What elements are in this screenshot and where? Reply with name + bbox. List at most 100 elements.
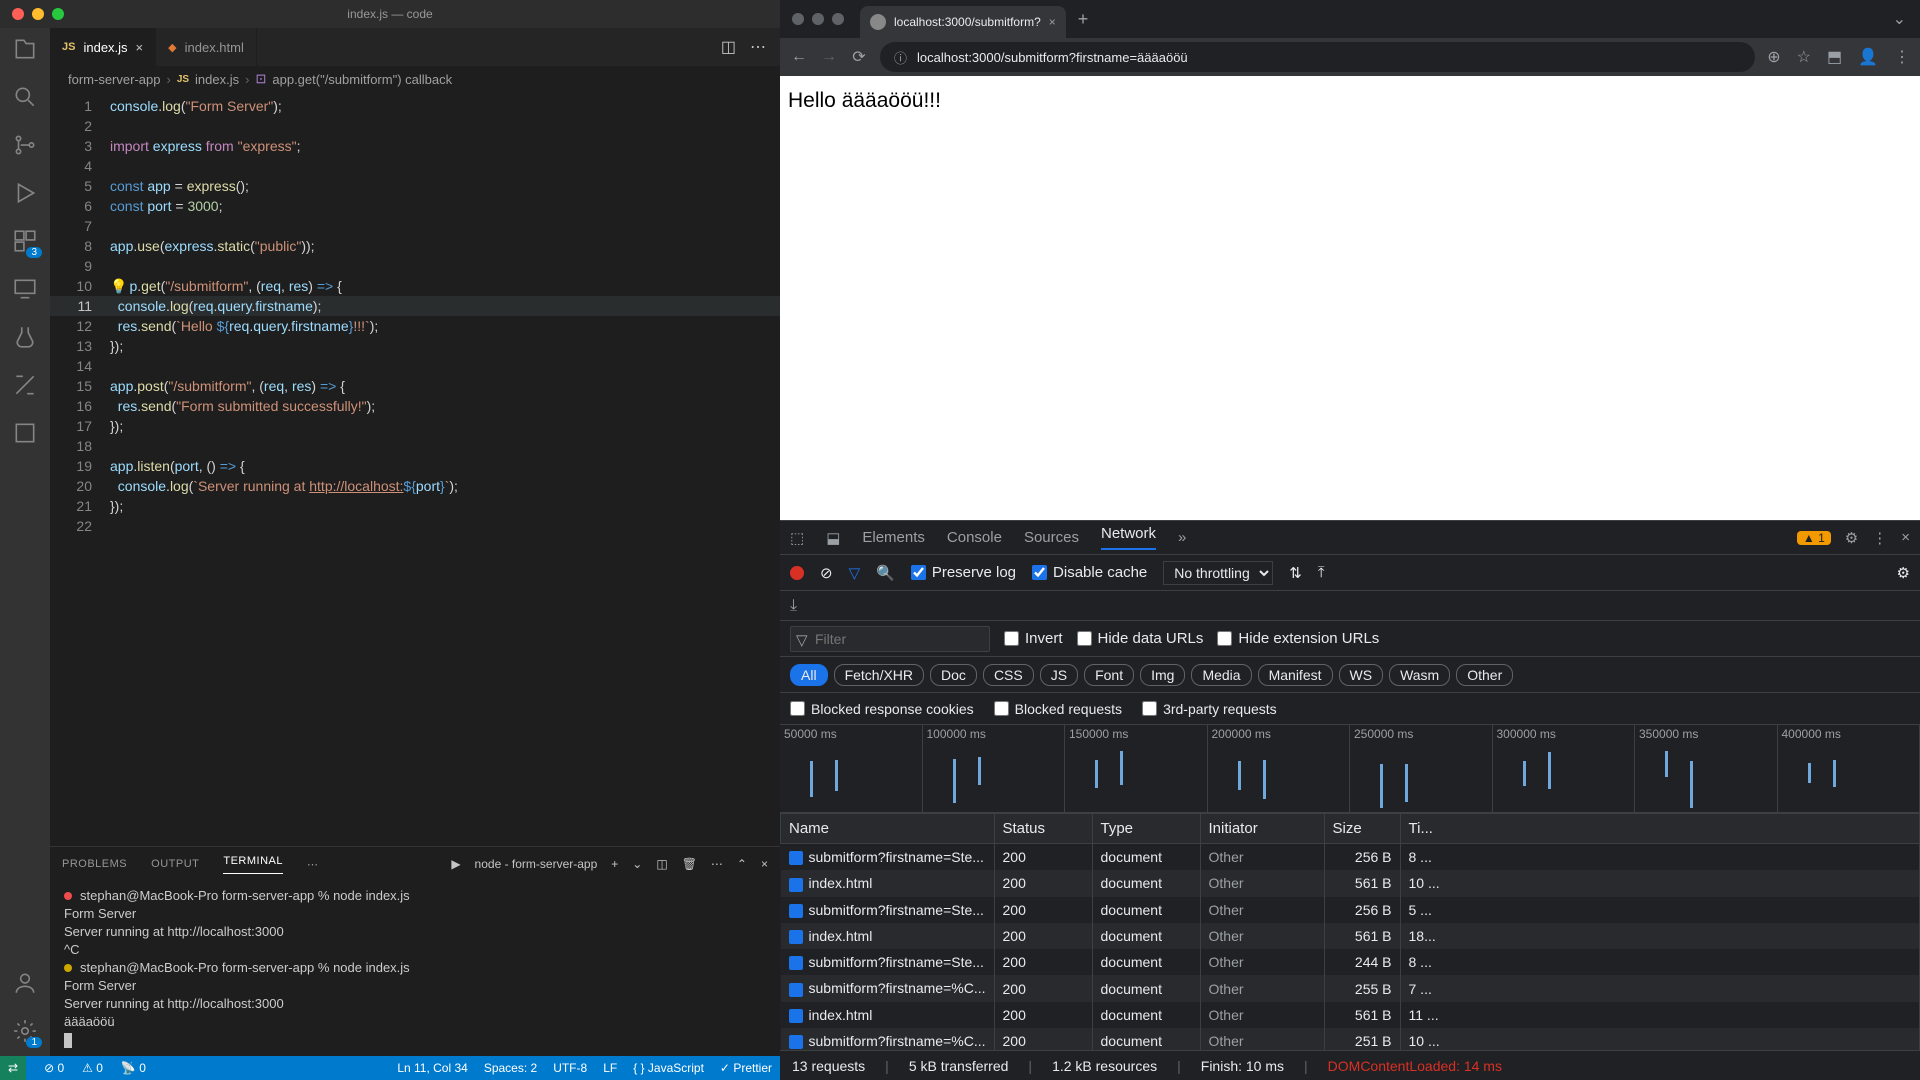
code-line[interactable]: 8app.use(express.static("public"));: [50, 236, 780, 256]
devtools-tab-console[interactable]: Console: [947, 529, 1002, 546]
expand-tabs-icon[interactable]: ⌄: [1893, 9, 1920, 29]
inspect-icon[interactable]: ⬚: [790, 529, 804, 547]
network-row[interactable]: index.html200documentOther561 B10 ...: [781, 870, 1920, 896]
code-line[interactable]: 15app.post("/submitform", (req, res) => …: [50, 376, 780, 396]
device-toggle-icon[interactable]: ⬓: [826, 529, 840, 547]
code-line[interactable]: 19app.listen(port, () => {: [50, 456, 780, 476]
address-bar[interactable]: ⓘ localhost:3000/submitform?firstname=ää…: [880, 42, 1755, 72]
devtools-settings-icon[interactable]: ⚙: [1845, 529, 1858, 547]
close-window-icon[interactable]: [792, 13, 804, 25]
code-line[interactable]: 22: [50, 516, 780, 536]
col-status[interactable]: Status: [994, 814, 1092, 844]
network-row[interactable]: index.html200documentOther561 B11 ...: [781, 1002, 1920, 1028]
bookmark-icon[interactable]: ☆: [1797, 47, 1811, 67]
network-row[interactable]: submitform?firstname=Ste...200documentOt…: [781, 897, 1920, 923]
filter-chip-wasm[interactable]: Wasm: [1389, 664, 1450, 686]
devtools-close-icon[interactable]: ×: [1901, 529, 1910, 546]
close-tab-icon[interactable]: ×: [1049, 15, 1056, 29]
filter-chip-fetchxhr[interactable]: Fetch/XHR: [834, 664, 924, 686]
terminal-more-icon[interactable]: ⋯: [711, 857, 723, 871]
import-har-icon[interactable]: ⤒: [1318, 564, 1325, 581]
maximize-window-icon[interactable]: [52, 8, 64, 20]
hide-extension-urls-checkbox[interactable]: Hide extension URLs: [1217, 630, 1379, 647]
remote-indicator[interactable]: ⇄: [0, 1056, 26, 1080]
new-tab-icon[interactable]: +: [1078, 9, 1089, 30]
status-language[interactable]: { } JavaScript: [633, 1061, 704, 1075]
code-line[interactable]: 14: [50, 356, 780, 376]
menu-icon[interactable]: ⋮: [1894, 47, 1910, 67]
throttling-select[interactable]: No throttling: [1163, 561, 1273, 585]
code-line[interactable]: 1console.log("Form Server");: [50, 96, 780, 116]
record-icon[interactable]: [790, 566, 804, 580]
run-debug-icon[interactable]: [12, 180, 38, 206]
minimize-window-icon[interactable]: [32, 8, 44, 20]
status-prettier[interactable]: ✓ Prettier: [720, 1061, 772, 1075]
devtools-menu-icon[interactable]: ⋮: [1872, 529, 1887, 547]
settings-icon[interactable]: 1: [12, 1018, 38, 1044]
network-conditions-icon[interactable]: ⇅: [1289, 564, 1302, 582]
network-row[interactable]: index.html200documentOther561 B18...: [781, 923, 1920, 949]
col-size[interactable]: Size: [1324, 814, 1400, 844]
preserve-log-checkbox[interactable]: Preserve log: [911, 564, 1016, 581]
code-line[interactable]: 5const app = express();: [50, 176, 780, 196]
timeline-overview[interactable]: 50000 ms100000 ms150000 ms200000 ms25000…: [780, 725, 1920, 813]
maximize-window-icon[interactable]: [832, 13, 844, 25]
network-row[interactable]: submitform?firstname=Ste...200documentOt…: [781, 844, 1920, 871]
filter-chip-img[interactable]: Img: [1140, 664, 1185, 686]
activity-icon-2[interactable]: [12, 420, 38, 446]
terminal-dropdown-icon[interactable]: ⌄: [632, 857, 642, 871]
close-window-icon[interactable]: [12, 8, 24, 20]
explorer-icon[interactable]: [12, 36, 38, 62]
network-row[interactable]: submitform?firstname=%C...200documentOth…: [781, 1028, 1920, 1050]
blocked-requests-checkbox[interactable]: Blocked requests: [994, 701, 1122, 717]
code-editor[interactable]: 1console.log("Form Server");2 3import ex…: [50, 92, 780, 846]
network-row[interactable]: submitform?firstname=Ste...200documentOt…: [781, 949, 1920, 975]
devtools-tab-elements[interactable]: Elements: [862, 529, 925, 546]
tab-index-js[interactable]: JS index.js ×: [50, 28, 156, 66]
invert-checkbox[interactable]: Invert: [1004, 630, 1063, 647]
remote-explorer-icon[interactable]: [12, 276, 38, 302]
close-tab-icon[interactable]: ×: [136, 40, 144, 55]
source-control-icon[interactable]: [12, 132, 38, 158]
filter-chip-css[interactable]: CSS: [983, 664, 1034, 686]
code-line[interactable]: 2: [50, 116, 780, 136]
status-eol[interactable]: LF: [603, 1061, 617, 1075]
code-line[interactable]: 13});: [50, 336, 780, 356]
minimize-window-icon[interactable]: [812, 13, 824, 25]
col-time[interactable]: Ti...: [1400, 814, 1920, 844]
accounts-icon[interactable]: [12, 970, 38, 996]
terminal[interactable]: stephan@MacBook-Pro form-server-app % no…: [50, 881, 780, 1056]
network-settings-icon[interactable]: ⚙: [1897, 564, 1910, 582]
status-radio[interactable]: 📡 0: [121, 1061, 146, 1075]
close-panel-icon[interactable]: ×: [761, 857, 768, 871]
status-encoding[interactable]: UTF-8: [553, 1061, 587, 1075]
warnings-badge[interactable]: ▲ 1: [1797, 531, 1831, 545]
testing-icon[interactable]: [12, 324, 38, 350]
devtools-tab-sources[interactable]: Sources: [1024, 529, 1079, 546]
code-line[interactable]: 16 res.send("Form submitted successfully…: [50, 396, 780, 416]
extensions-icon[interactable]: 3: [12, 228, 38, 254]
clear-icon[interactable]: ⊘: [820, 564, 833, 582]
download-icon[interactable]: ⤓: [790, 597, 797, 615]
search-icon[interactable]: [12, 84, 38, 110]
extensions-icon[interactable]: ⬒: [1827, 47, 1842, 67]
panel-tab-problems[interactable]: PROBLEMS: [62, 858, 127, 870]
zoom-icon[interactable]: ⊕: [1767, 47, 1780, 67]
network-row[interactable]: submitform?firstname=%C...200documentOth…: [781, 975, 1920, 1001]
status-cursor-position[interactable]: Ln 11, Col 34: [397, 1061, 468, 1075]
terminal-process-label[interactable]: node - form-server-app: [475, 857, 598, 871]
profile-icon[interactable]: 👤: [1858, 47, 1878, 67]
code-line[interactable]: 4: [50, 156, 780, 176]
filter-chip-all[interactable]: All: [790, 664, 828, 686]
filter-input[interactable]: [790, 626, 990, 652]
col-name[interactable]: Name: [781, 814, 995, 844]
code-line[interactable]: 9: [50, 256, 780, 276]
code-line[interactable]: 10💡p.get("/submitform", (req, res) => {: [50, 276, 780, 296]
filter-toggle-icon[interactable]: ▽: [849, 564, 861, 582]
status-errors[interactable]: ⊘ 0: [44, 1061, 64, 1075]
code-line[interactable]: 12 res.send(`Hello ${req.query.firstname…: [50, 316, 780, 336]
code-line[interactable]: 11 console.log(req.query.firstname);: [50, 296, 780, 316]
back-icon[interactable]: ←: [790, 48, 808, 66]
filter-chip-font[interactable]: Font: [1084, 664, 1134, 686]
code-line[interactable]: 20 console.log(`Server running at http:/…: [50, 476, 780, 496]
